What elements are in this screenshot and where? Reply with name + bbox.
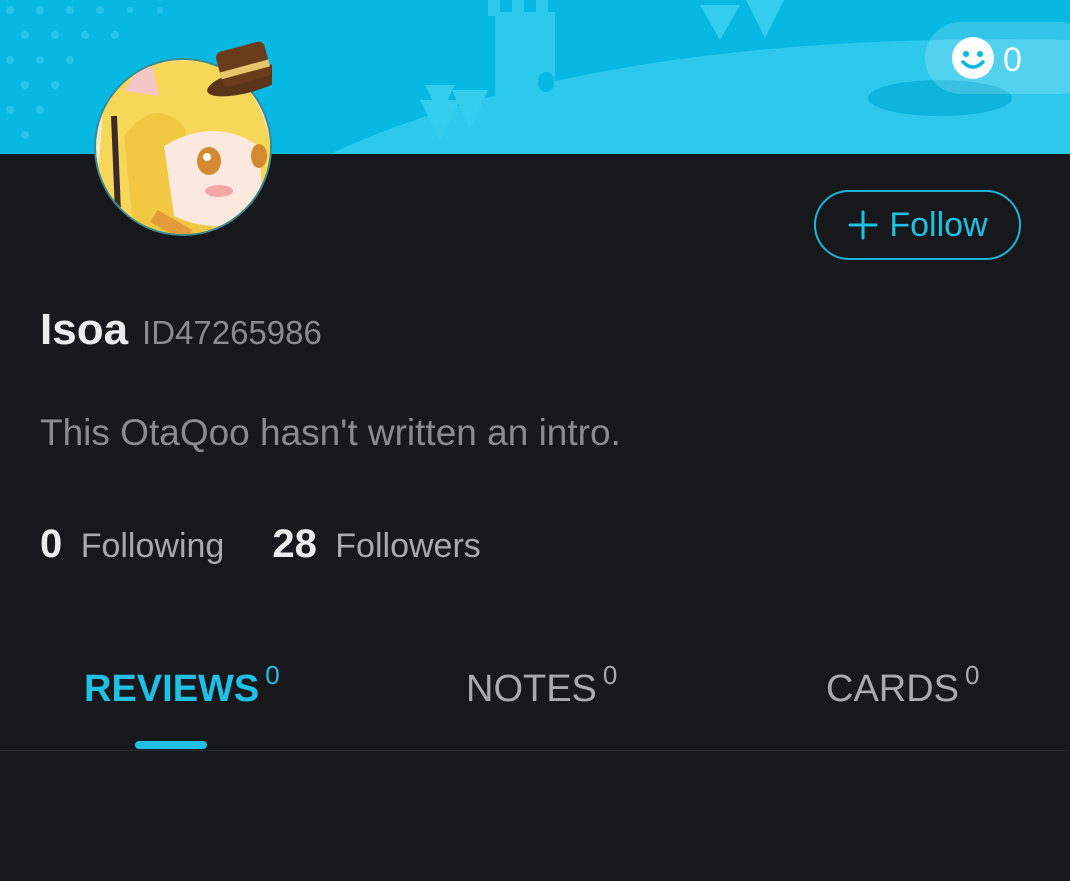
smile-icon[interactable] xyxy=(951,36,995,80)
tab-notes-count: 0 xyxy=(602,660,618,690)
follow-stats: 0 Following 28 Followers xyxy=(40,522,481,567)
name-row: Isoa ID47265986 xyxy=(40,305,322,365)
followers-label: Followers xyxy=(335,527,481,565)
profile-tabs: REVIEWS 0 NOTES 0 CARDS 0 xyxy=(0,660,1070,751)
plus-icon xyxy=(848,210,878,240)
follow-label: Follow xyxy=(889,205,988,244)
smile-count: 0 xyxy=(1003,41,1022,79)
tab-cards-count: 0 xyxy=(965,660,980,690)
username: Isoa xyxy=(40,305,129,354)
profile-intro: This OtaQoo hasn't written an intro. xyxy=(40,412,621,453)
tab-cards-label: CARDS xyxy=(826,668,960,710)
tab-reviews-label: REVIEWS xyxy=(84,668,260,710)
tab-reviews-count: 0 xyxy=(265,660,280,690)
tab-notes-label: NOTES xyxy=(466,668,597,710)
tab-cards[interactable]: CARDS 0 xyxy=(826,660,980,711)
followers-stat[interactable]: 28 Followers xyxy=(272,522,480,567)
follow-button[interactable]: Follow xyxy=(814,190,1021,260)
following-label: Following xyxy=(80,527,225,565)
user-id: ID47265986 xyxy=(142,314,322,351)
tab-reviews[interactable]: REVIEWS 0 xyxy=(84,660,280,711)
smile-counter-pill[interactable] xyxy=(925,22,1070,94)
active-tab-indicator xyxy=(135,741,207,749)
following-stat[interactable]: 0 Following xyxy=(40,522,224,567)
tab-notes[interactable]: NOTES 0 xyxy=(466,660,617,711)
user-avatar[interactable] xyxy=(94,36,272,236)
following-count: 0 xyxy=(40,522,63,566)
followers-count: 28 xyxy=(272,522,317,566)
